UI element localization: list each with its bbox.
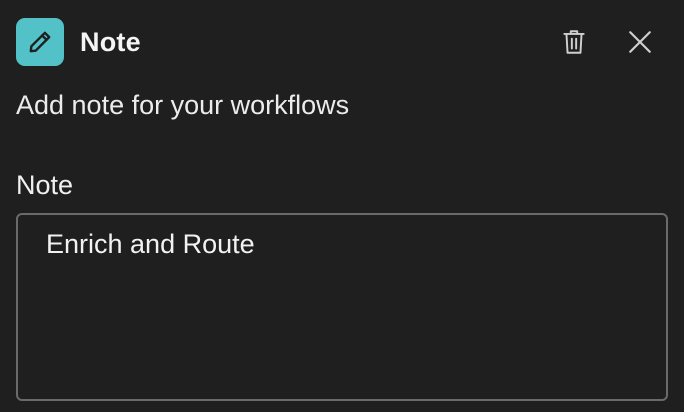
pencil-icon <box>29 31 51 53</box>
close-icon <box>629 31 651 53</box>
delete-button[interactable] <box>556 24 592 60</box>
panel-description: Add note for your workflows <box>16 90 350 120</box>
note-app-icon <box>16 18 64 66</box>
trash-icon <box>563 30 585 54</box>
panel-title: Note <box>80 26 141 57</box>
note-textarea[interactable]: Enrich and Route <box>16 213 668 401</box>
note-panel: Note Add note for your workflows Note En… <box>0 0 684 412</box>
close-button[interactable] <box>622 24 658 60</box>
note-field-label: Note <box>16 170 74 200</box>
panel-header: Note <box>16 18 658 66</box>
header-actions <box>556 24 658 60</box>
